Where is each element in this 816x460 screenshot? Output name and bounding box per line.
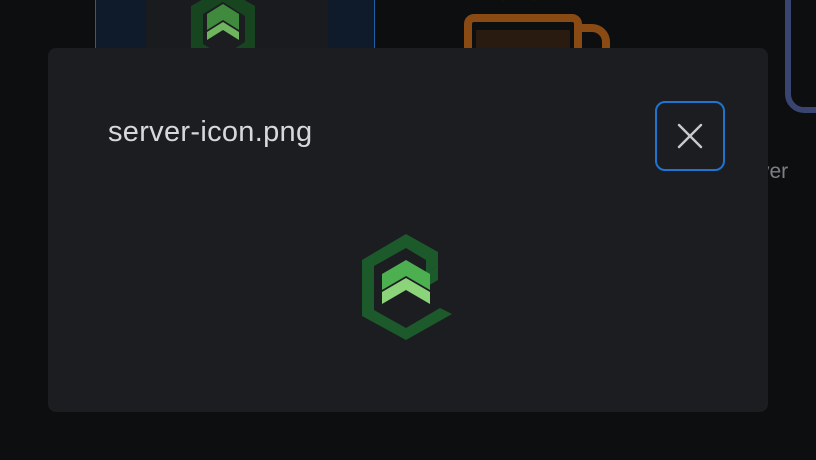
- viewport: rver server-icon.png: [0, 0, 816, 460]
- modal-title: server-icon.png: [108, 116, 313, 148]
- server-icon-preview-image: [362, 234, 452, 340]
- close-button[interactable]: [655, 101, 725, 171]
- image-preview-modal: server-icon.png: [48, 48, 768, 412]
- close-icon: [677, 123, 703, 149]
- file-icon[interactable]: [782, 0, 816, 120]
